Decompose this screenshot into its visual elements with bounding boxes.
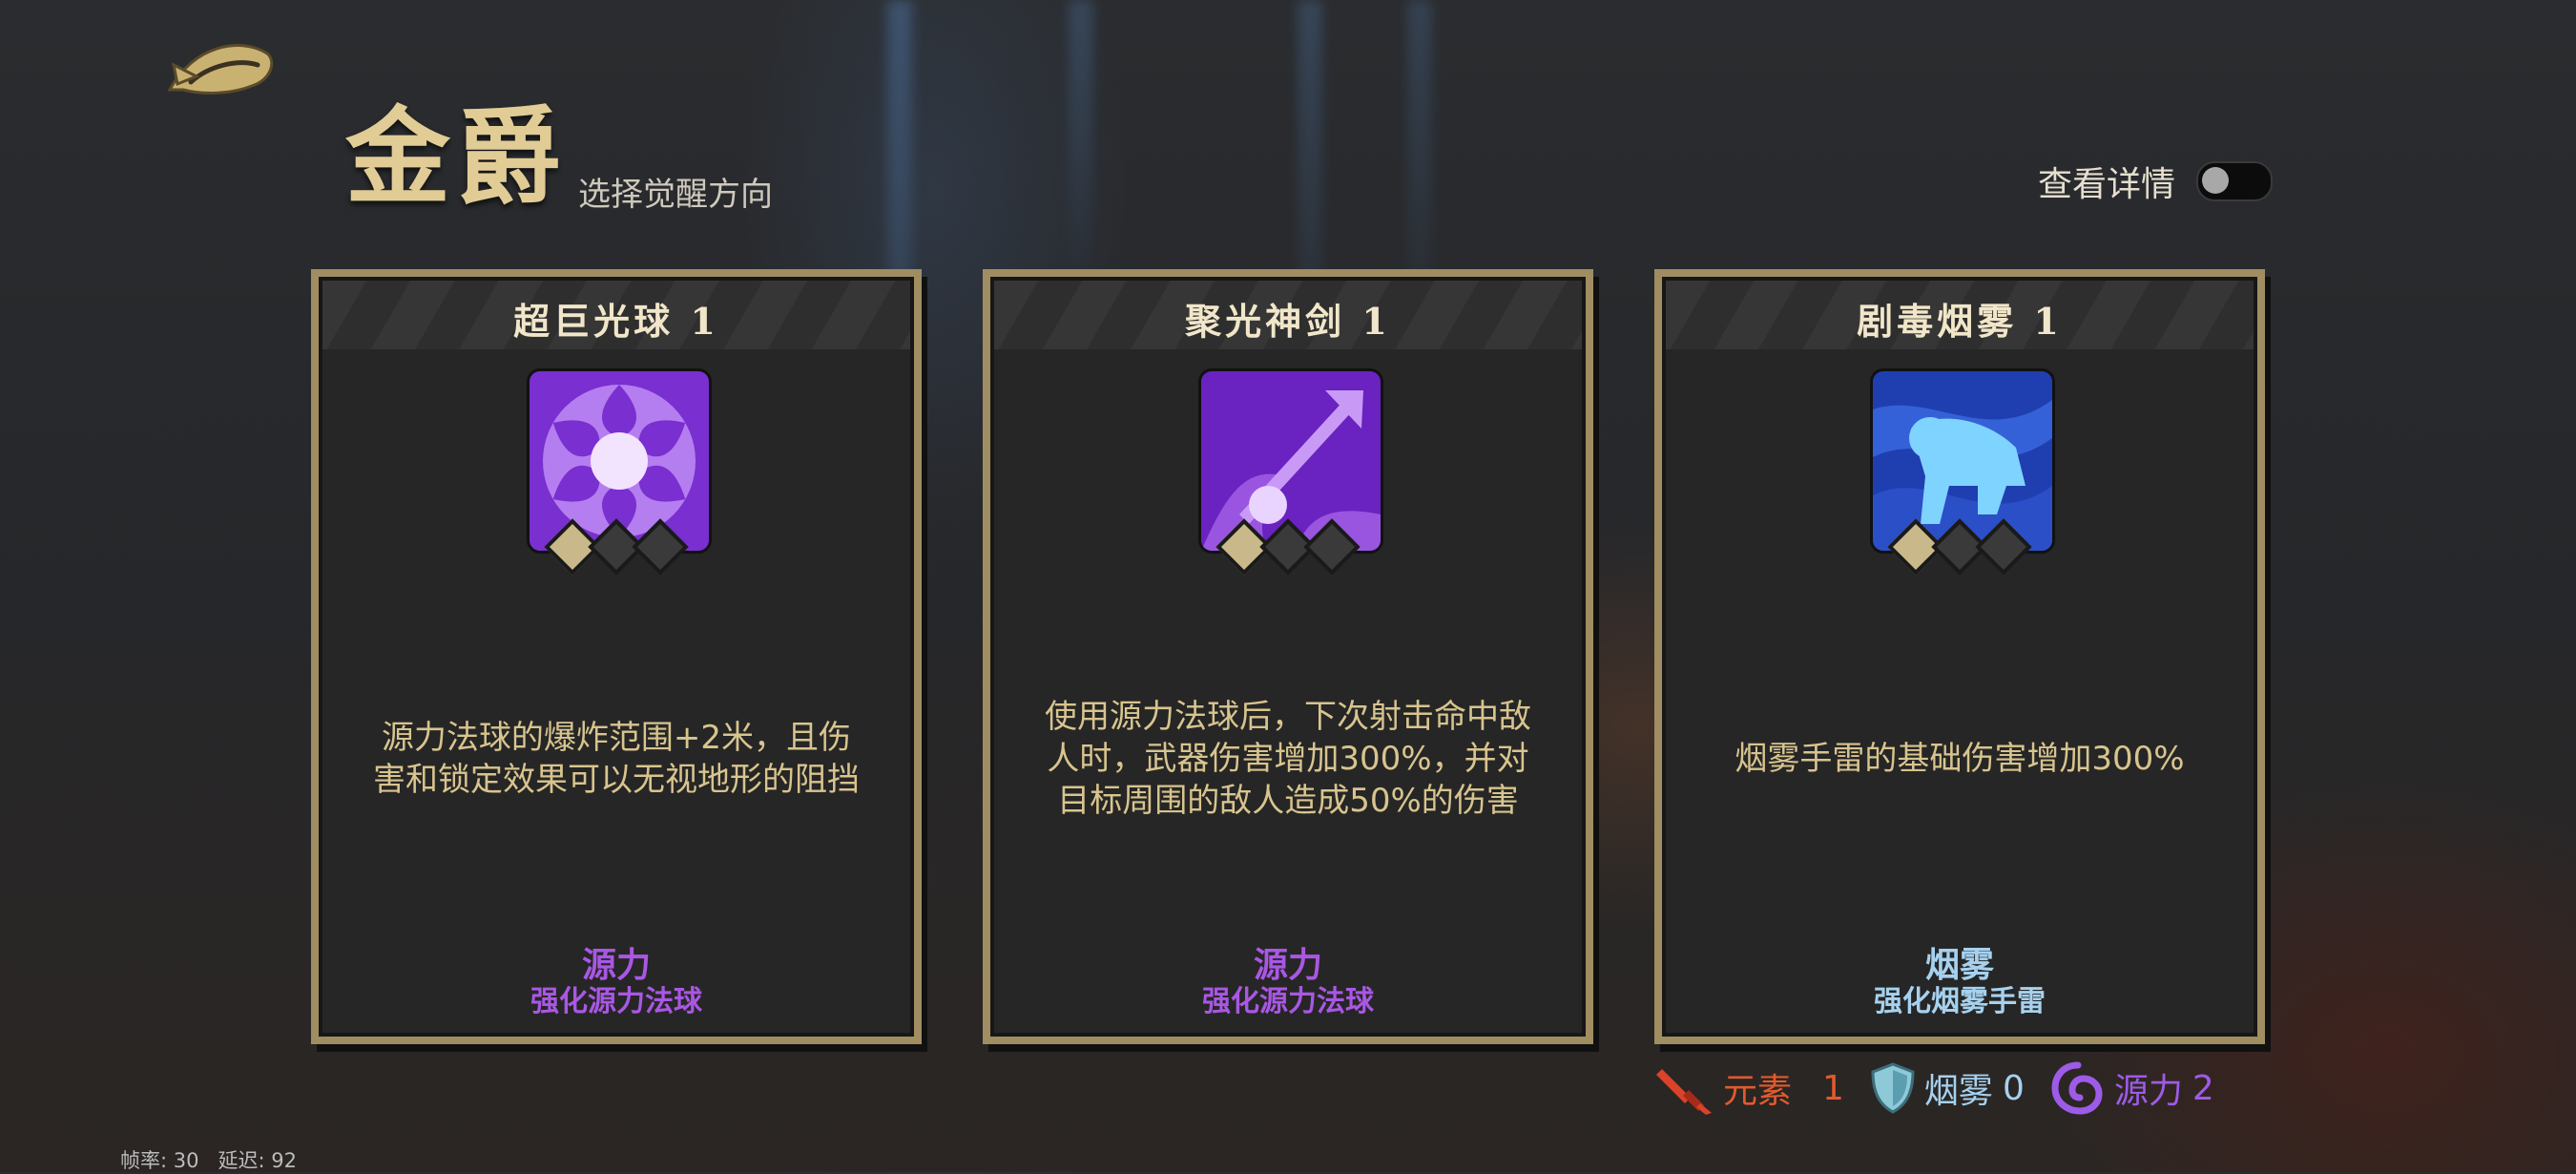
smoke-stat: 烟雾 0 [1871,1062,2025,1114]
element-stat-label: 元素 [1723,1072,1793,1111]
back-arrow-icon [167,44,274,94]
source-stat-label: 源力 [2113,1072,2183,1111]
source-stat: 源力 2 [2051,1061,2214,1115]
upgrade-gems [311,518,922,576]
card-description: 源力法球的爆炸范围+2米，且伤害和锁定效果可以无视地形的阻挡 [373,718,860,799]
upgrade-gems [983,518,1593,576]
swirl-icon [2051,1061,2103,1115]
card-description: 使用源力法球后，下次射击命中敌人时，武器伤害增加300%，并对目标周围的敌人造成… [1045,697,1531,821]
element-sword-icon [1656,1069,1712,1115]
gem-empty-icon [1975,518,2032,576]
toggle-knob [2202,167,2230,194]
upgrade-gems [1654,518,2265,576]
shield-icon [1871,1062,1915,1114]
view-details-toggle[interactable] [2196,161,2274,201]
smoke-stat-value: 0 [2002,1068,2025,1108]
card-title: 聚光神剑 1 [983,292,1593,345]
card-name: 超巨光球 [513,300,675,343]
smoke-stat-label: 烟雾 [1923,1072,1993,1111]
card-category-subtitle: 强化源力法球 [530,985,702,1018]
source-stat-value: 2 [2192,1068,2214,1108]
card-description: 烟雾手雷的基础伤害增加300% [1735,739,2185,778]
element-stat-value: 1 [1822,1068,1844,1108]
gem-empty-icon [1303,518,1361,576]
awakening-card-2[interactable]: 聚光神剑 1 使用源力法球后，下次射击命中敌人时，武器伤害增加300%，并对目标… [983,269,1593,1044]
page-title: 金爵 [345,95,567,219]
card-category-subtitle: 强化烟雾手雷 [1874,985,2046,1018]
card-title: 剧毒烟雾 1 [1654,292,2265,345]
card-level: 1 [2033,300,2063,343]
view-details-label: 查看详情 [2038,165,2176,204]
card-name: 剧毒烟雾 [1857,300,2018,343]
awakening-card-1[interactable]: 超巨光球 1 源力法球的爆炸范围+2米，且伤害和锁定效果可以无视地形的阻挡 源力… [311,269,922,1044]
view-details-control[interactable]: 查看详情 [2038,157,2274,206]
element-stat: 元素 1 [1656,1061,1844,1115]
card-title: 超巨光球 1 [311,292,922,345]
light-beam [1069,0,1093,286]
card-level: 1 [1361,300,1391,343]
awakening-stats: 元素 1 烟雾 0 源力 2 [1656,1061,2214,1115]
fps-readout: 帧率: 30 [120,1149,199,1172]
card-level: 1 [690,300,719,343]
back-button[interactable] [164,27,279,103]
gem-empty-icon [632,518,689,576]
card-name: 聚光神剑 [1185,300,1346,343]
latency-readout: 延迟: 92 [218,1149,297,1172]
page-subtitle: 选择觉醒方向 [578,176,773,214]
card-category-subtitle: 强化源力法球 [1202,985,1374,1018]
performance-overlay: 帧率: 30 延迟: 92 [120,1145,297,1174]
awakening-card-3[interactable]: 剧毒烟雾 1 烟雾手雷的基础伤害增加300% 烟雾 强化烟雾手雷 [1654,269,2265,1044]
